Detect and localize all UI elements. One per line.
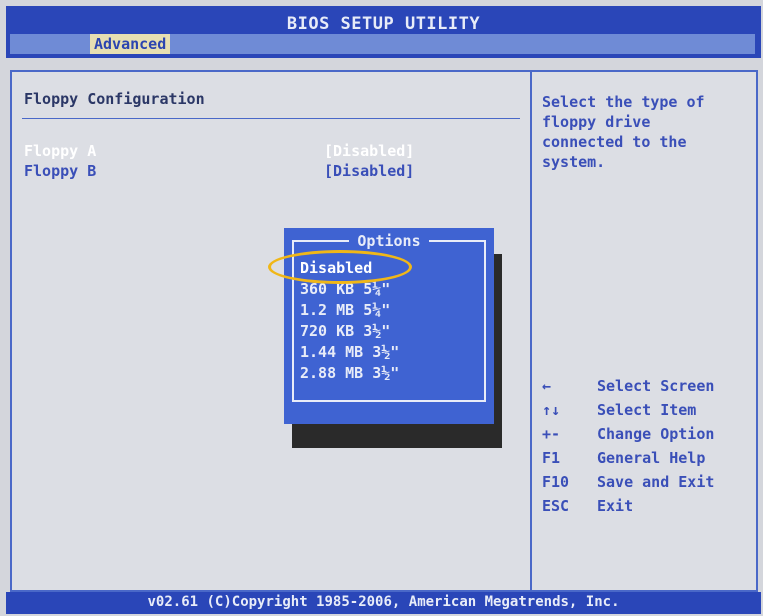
bios-screen: BIOS SETUP UTILITY Advanced Floppy Confi… [0,0,763,616]
key-name: ESC [542,497,570,515]
setting-label: Floppy A [24,142,97,160]
setting-value[interactable]: [Disabled] [324,142,414,160]
option-1-2mb[interactable]: 1.2 MB 5¼" [300,300,399,321]
footer-bar: v02.61 (C)Copyright 1985-2006, American … [6,592,761,614]
key-row-change-option: +- Change Option [542,425,752,449]
section-divider [22,118,520,119]
bios-title: BIOS SETUP UTILITY [286,14,481,34]
key-name: F10 [542,473,570,491]
key-description: Save and Exit [597,473,715,491]
highlight-ring-annotation [268,250,412,284]
key-description: General Help [597,449,706,467]
setting-value[interactable]: [Disabled] [324,162,414,180]
setting-floppy-a[interactable]: Floppy A [Disabled] [24,142,524,162]
key-legend: ← Select Screen ↑↓ Select Item +- Change… [542,377,752,521]
key-name: ← [542,377,552,395]
help-text: Select the type of floppy drive connecte… [542,93,705,171]
key-row-select-item: ↑↓ Select Item [542,401,752,425]
setting-label: Floppy B [24,162,97,180]
key-row-exit: ESC Exit [542,497,752,521]
popup-title: Options [284,232,494,250]
key-name: F1 [542,449,561,467]
key-description: Change Option [597,425,715,443]
key-description: Select Screen [597,377,715,395]
key-row-select-screen: ← Select Screen [542,377,752,401]
option-2-88mb[interactable]: 2.88 MB 3½" [300,363,399,384]
panel-divider [530,72,532,590]
key-row-save-exit: F10 Save and Exit [542,473,752,497]
key-description: Select Item [597,401,697,419]
setting-floppy-b[interactable]: Floppy B [Disabled] [24,162,524,182]
key-description: Exit [597,497,634,515]
option-1-44mb[interactable]: 1.44 MB 3½" [300,342,399,363]
tab-advanced[interactable]: Advanced [90,34,171,54]
option-720kb[interactable]: 720 KB 3½" [300,321,399,342]
key-row-general-help: F1 General Help [542,449,752,473]
key-name: +- [542,425,561,443]
popup-title-text: Options [349,232,429,250]
copyright-text: v02.61 (C)Copyright 1985-2006, American … [147,594,620,610]
section-title: Floppy Configuration [24,90,205,108]
key-name: ↑↓ [542,401,561,419]
